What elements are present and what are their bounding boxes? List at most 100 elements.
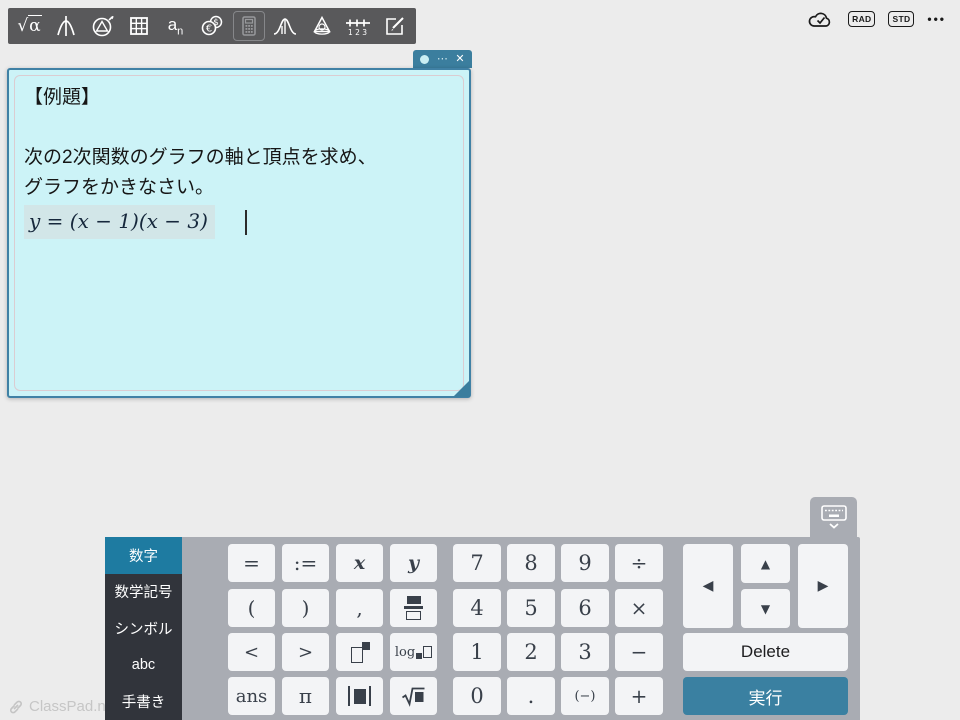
key-decimal-point[interactable]: . xyxy=(507,677,555,715)
coins-icon: $ € xyxy=(199,14,225,38)
key-7[interactable]: 7 xyxy=(453,544,501,582)
key-log[interactable]: log xyxy=(390,633,437,671)
key-var-x[interactable]: x xyxy=(336,544,383,582)
svg-text:€: € xyxy=(206,24,212,35)
paper-pencil-icon xyxy=(383,14,407,38)
note-text-line: グラフをかきなさい。 xyxy=(24,173,455,203)
execute-button[interactable]: 実行 xyxy=(683,677,848,715)
arrow-up-icon: ▲ xyxy=(761,557,770,571)
virtual-keyboard: 数字 数学記号 シンボル abc 手書き = := x y ( ) , < > … xyxy=(105,537,860,720)
tab-handwriting[interactable]: 手書き xyxy=(105,683,182,720)
key-0[interactable]: 0 xyxy=(453,677,501,715)
key-equals[interactable]: = xyxy=(228,544,275,582)
svg-text:1 2 3: 1 2 3 xyxy=(348,28,367,37)
key-cursor-left[interactable]: ◀ xyxy=(683,544,733,628)
graphing-tool-button[interactable] xyxy=(49,11,83,41)
calculator-icon xyxy=(238,14,260,38)
calculate-tool-button[interactable]: √α xyxy=(13,11,47,41)
bell-curve-icon xyxy=(272,14,298,38)
key-var-y[interactable]: y xyxy=(390,544,437,582)
cloud-sync-check-icon[interactable] xyxy=(807,9,835,29)
a-n-icon: an xyxy=(168,15,184,37)
number-line-tool-button[interactable]: 1 2 3 xyxy=(341,11,375,41)
tab-numbers[interactable]: 数字 xyxy=(105,537,182,574)
tab-symbols[interactable]: シンボル xyxy=(105,610,182,647)
key-3[interactable]: 3 xyxy=(561,633,609,671)
note-heading: 【例題】 xyxy=(24,83,455,113)
key-6[interactable]: 6 xyxy=(561,589,609,627)
note-blank-line xyxy=(24,113,455,143)
key-sqrt[interactable] xyxy=(390,677,437,715)
calculator-tool-button[interactable] xyxy=(232,11,266,41)
note-close-button[interactable]: ✕ xyxy=(455,54,464,65)
key-pi[interactable]: π xyxy=(282,677,329,715)
key-divide[interactable]: ÷ xyxy=(615,544,663,582)
tab-abc[interactable]: abc xyxy=(105,647,182,684)
key-cursor-up[interactable]: ▲ xyxy=(741,544,790,583)
classpad-link[interactable]: ClassPad.net xyxy=(8,698,118,715)
keyboard-tab-panel: 数字 数学記号 シンボル abc 手書き xyxy=(105,537,182,720)
abs-template-icon xyxy=(348,686,371,706)
key-2[interactable]: 2 xyxy=(507,633,555,671)
financial-tool-button[interactable]: $ € xyxy=(195,11,229,41)
note-color-dot-icon[interactable] xyxy=(420,55,429,64)
key-5[interactable]: 5 xyxy=(507,589,555,627)
delete-button[interactable]: Delete xyxy=(683,633,848,671)
key-comma[interactable]: , xyxy=(336,589,383,627)
key-cursor-right[interactable]: ▶ xyxy=(798,544,848,628)
keyboard-toggle-button[interactable] xyxy=(810,497,857,537)
fraction-template-icon xyxy=(404,596,423,620)
text-caret xyxy=(245,210,247,235)
key-fraction[interactable] xyxy=(390,589,437,627)
log-template-icon: log xyxy=(395,645,432,660)
key-9[interactable]: 9 xyxy=(561,544,609,582)
key-assign[interactable]: := xyxy=(282,544,329,582)
key-multiply[interactable]: × xyxy=(615,589,663,627)
grid-icon xyxy=(127,14,151,38)
note-text-line: 次の2次関数のグラフの軸と頂点を求め、 xyxy=(24,143,455,173)
tab-math-symbols[interactable]: 数学記号 xyxy=(105,574,182,611)
link-icon xyxy=(8,699,24,715)
note-content: 【例題】 次の2次関数のグラフの軸と頂点を求め、 グラフをかきなさい。 y = … xyxy=(24,83,455,239)
cone-icon xyxy=(310,14,334,38)
table-tool-button[interactable] xyxy=(122,11,156,41)
key-4[interactable]: 4 xyxy=(453,589,501,627)
key-ans[interactable]: ans xyxy=(228,677,275,715)
key-plus[interactable]: + xyxy=(615,677,663,715)
math-expression[interactable]: y = (x − 1)(x − 3) xyxy=(24,205,215,239)
key-close-paren[interactable]: ) xyxy=(282,589,329,627)
key-less-than[interactable]: < xyxy=(228,633,275,671)
note-title-bar[interactable]: ⋯ ✕ xyxy=(413,50,472,68)
arrow-down-icon: ▼ xyxy=(761,602,770,616)
key-open-paren[interactable]: ( xyxy=(228,589,275,627)
angle-mode-badge[interactable]: RAD xyxy=(848,11,875,28)
sqrt-alpha-icon: √α xyxy=(17,16,41,36)
key-cursor-down[interactable]: ▼ xyxy=(741,589,790,628)
key-greater-than[interactable]: > xyxy=(282,633,329,671)
key-8[interactable]: 8 xyxy=(507,544,555,582)
key-abs[interactable] xyxy=(336,677,383,715)
note-resize-handle[interactable] xyxy=(453,380,470,397)
key-negative[interactable]: (−) xyxy=(561,677,609,715)
number-line-icon: 1 2 3 xyxy=(345,14,371,38)
note-window[interactable]: 【例題】 次の2次関数のグラフの軸と頂点を求め、 グラフをかきなさい。 y = … xyxy=(7,68,471,398)
sqrt-template-icon xyxy=(401,686,426,707)
notes-tool-button[interactable] xyxy=(378,11,412,41)
display-mode-badge[interactable]: STD xyxy=(888,11,914,28)
sequence-tool-button[interactable]: an xyxy=(159,11,193,41)
note-menu-button[interactable]: ⋯ xyxy=(437,54,448,65)
statistics-tool-button[interactable] xyxy=(268,11,302,41)
arrow-left-icon: ◀ xyxy=(703,578,714,594)
key-power[interactable] xyxy=(336,633,383,671)
status-bar: RAD STD ••• xyxy=(807,8,946,30)
key-1[interactable]: 1 xyxy=(453,633,501,671)
more-menu-button[interactable]: ••• xyxy=(927,12,946,26)
parabola-icon xyxy=(54,14,78,38)
main-toolbar: √α an $ € xyxy=(8,8,416,44)
keyboard-hide-icon xyxy=(820,504,848,530)
circle-triangle-icon xyxy=(91,14,115,38)
solids-tool-button[interactable] xyxy=(305,11,339,41)
key-minus[interactable]: − xyxy=(615,633,663,671)
geometry-tool-button[interactable] xyxy=(86,11,120,41)
arrow-right-icon: ▶ xyxy=(818,578,829,594)
